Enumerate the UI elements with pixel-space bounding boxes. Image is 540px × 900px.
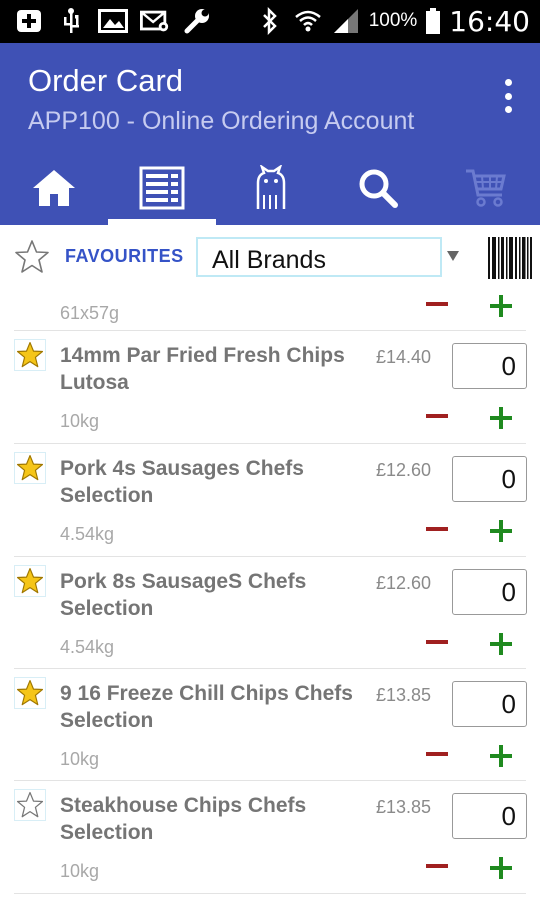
battery-percent: 100% <box>368 10 418 31</box>
divider <box>14 893 526 894</box>
filter-row: FAVOURITES All Brands <box>0 225 540 290</box>
cart-icon <box>464 167 508 214</box>
tab-home[interactable] <box>0 155 108 225</box>
product-name: Pork 8s SausageS Chefs Selection <box>60 570 307 620</box>
quantity-input[interactable]: 0 <box>452 681 527 727</box>
dropdown-arrow-icon[interactable] <box>447 251 459 261</box>
product-weight: 4.54kg <box>60 637 115 657</box>
decrease-quantity-button[interactable] <box>426 527 448 531</box>
product-name: Steakhouse Chips Chefs Selection <box>60 794 307 844</box>
quantity-input[interactable]: 0 <box>452 456 527 502</box>
product-weight: 10kg <box>60 749 100 769</box>
add-box-icon <box>14 8 44 34</box>
image-icon <box>98 8 128 34</box>
decrease-quantity-button[interactable] <box>426 752 448 756</box>
account-subtitle: APP100 - Online Ordering Account <box>28 107 415 135</box>
decrease-quantity-button[interactable] <box>426 414 448 418</box>
list-item: Pork 4s Sausages Chefs Selection £12.60 … <box>0 443 540 555</box>
tab-bar <box>0 155 540 225</box>
decrease-quantity-button[interactable] <box>426 302 448 306</box>
page-title: Order Card <box>28 63 184 98</box>
increase-quantity-button[interactable] <box>490 745 512 767</box>
tab-order-card[interactable] <box>108 155 216 225</box>
product-price: £12.60 <box>376 573 432 593</box>
cat-icon <box>250 163 290 216</box>
app-bar: Order Card APP100 - Online Ordering Acco… <box>0 43 540 225</box>
bluetooth-icon <box>255 7 285 35</box>
brand-select-value: All Brands <box>212 246 326 274</box>
product-price: £12.60 <box>376 460 432 480</box>
clock: 16:40 <box>449 4 530 38</box>
wrench-icon <box>182 8 212 34</box>
tab-search[interactable] <box>324 155 432 225</box>
signal-icon <box>331 8 361 34</box>
quantity-input[interactable]: 0 <box>452 793 527 839</box>
battery-icon <box>425 8 441 34</box>
mail-settings-icon <box>140 8 170 34</box>
tab-categories[interactable] <box>216 155 324 225</box>
product-name: 9 16 Freeze Chill Chips Chefs Selection <box>60 682 353 732</box>
increase-quantity-button[interactable] <box>490 857 512 879</box>
favourites-filter-label[interactable]: FAVOURITES <box>65 246 184 267</box>
quantity-input[interactable]: 0 <box>452 343 527 389</box>
product-weight: 10kg <box>60 861 100 881</box>
list-item-weight: 61x57g <box>60 303 120 323</box>
product-weight: 4.54kg <box>60 524 115 544</box>
status-icons: 100% 16:40 <box>255 4 530 38</box>
product-name: Pork 4s Sausages Chefs Selection <box>60 457 304 507</box>
divider <box>14 780 526 781</box>
increase-quantity-button[interactable] <box>490 520 512 542</box>
order-list-icon <box>139 166 185 215</box>
increase-quantity-button[interactable] <box>490 295 512 317</box>
tab-cart[interactable] <box>432 155 540 225</box>
wifi-icon <box>293 8 323 34</box>
product-weight: 10kg <box>60 411 100 431</box>
brand-select[interactable]: All Brands <box>196 237 442 277</box>
divider <box>14 443 526 444</box>
product-name: 14mm Par Fried Fresh Chips Lutosa <box>60 344 345 394</box>
status-bar: 100% 16:40 <box>0 0 540 43</box>
divider <box>14 556 526 557</box>
home-icon <box>31 168 77 213</box>
increase-quantity-button[interactable] <box>490 407 512 429</box>
notification-icons <box>14 6 212 36</box>
barcode-icon[interactable] <box>487 236 532 280</box>
increase-quantity-button[interactable] <box>490 633 512 655</box>
product-price: £13.85 <box>376 685 432 705</box>
favourites-star-icon[interactable] <box>14 239 50 275</box>
usb-icon <box>56 8 86 34</box>
quantity-input[interactable]: 0 <box>452 569 527 615</box>
favourite-star-filled-icon[interactable] <box>14 452 46 484</box>
favourite-star-filled-icon[interactable] <box>14 339 46 371</box>
list-item: 9 16 Freeze Chill Chips Chefs Selection … <box>0 668 540 780</box>
overflow-menu-icon[interactable] <box>498 79 518 113</box>
list-item: Steakhouse Chips Chefs Selection £13.85 … <box>0 780 540 892</box>
decrease-quantity-button[interactable] <box>426 640 448 644</box>
decrease-quantity-button[interactable] <box>426 864 448 868</box>
favourite-star-filled-icon[interactable] <box>14 677 46 709</box>
favourite-star-filled-icon[interactable] <box>14 565 46 597</box>
list-item: Pork 8s SausageS Chefs Selection £12.60 … <box>0 556 540 668</box>
divider <box>14 330 526 331</box>
list-item: 14mm Par Fried Fresh Chips Lutosa £14.40… <box>0 330 540 442</box>
search-icon <box>357 167 399 214</box>
favourite-star-outline-icon[interactable] <box>14 789 46 821</box>
product-price: £14.40 <box>376 347 432 367</box>
divider <box>14 668 526 669</box>
product-price: £13.85 <box>376 797 432 817</box>
